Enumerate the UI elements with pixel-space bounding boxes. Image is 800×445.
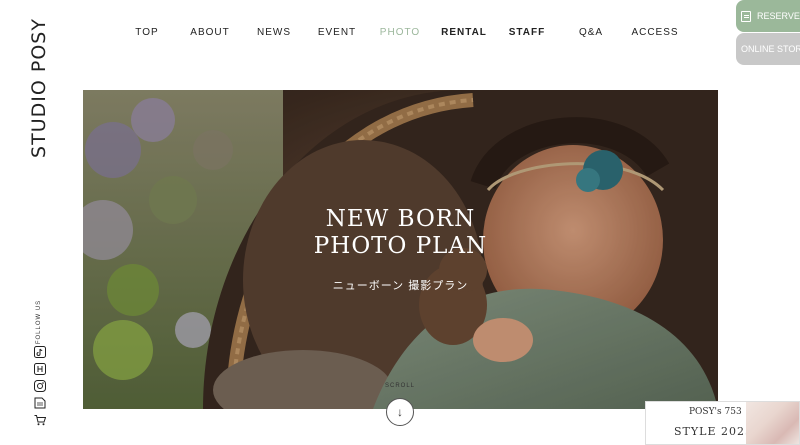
online-store-label: ONLINE STORE	[741, 44, 800, 54]
cart-icon[interactable]	[34, 414, 46, 426]
hero-banner: NEW BORN PHOTO PLAN ニューボーン 撮影プラン	[83, 90, 718, 409]
hero-title-line2: PHOTO PLAN	[313, 233, 488, 259]
calendar-icon	[741, 10, 751, 22]
nav-item-about[interactable]: ABOUT	[190, 27, 229, 38]
reserve-label: RESERVE	[757, 11, 800, 21]
follow-us-label: FOLLOW US	[33, 300, 45, 344]
scroll-label: SCROLL	[384, 383, 416, 389]
nav-item-news[interactable]: NEWS	[257, 27, 291, 38]
promo-line1: POSY's 753	[689, 407, 742, 417]
tiktok-icon[interactable]	[34, 346, 46, 358]
nav-item-access[interactable]: ACCESS	[631, 27, 678, 38]
nav-item-photo[interactable]: PHOTO	[380, 27, 420, 38]
instagram-icon[interactable]	[34, 380, 46, 392]
nav-item-qa[interactable]: Q&A	[579, 27, 603, 38]
brand-name: STUDIO POSY	[28, 18, 51, 158]
scroll-down-button[interactable]: ↓	[386, 398, 414, 426]
nav-item-staff[interactable]: STAFF	[509, 27, 545, 38]
nav-item-top[interactable]: TOP	[135, 27, 158, 38]
online-store-button[interactable]: ONLINE STORE	[736, 33, 800, 65]
arrow-down-icon: ↓	[397, 405, 403, 419]
hero-subtitle: ニューボーン 撮影プラン	[332, 280, 469, 292]
promo-line2: STYLE 2025	[674, 425, 753, 438]
nav-item-rental[interactable]: RENTAL	[441, 27, 487, 38]
follow-us-text: FOLLOW US	[36, 299, 42, 345]
reserve-button[interactable]: RESERVE	[736, 0, 800, 32]
brand-logo[interactable]: STUDIO POSY	[22, 18, 56, 158]
youtube-icon[interactable]	[34, 363, 46, 375]
nav-item-event[interactable]: EVENT	[318, 27, 356, 38]
promo-banner[interactable]: POSY's 753 STYLE 2025	[645, 401, 800, 445]
hero-title-line1: NEW BORN	[325, 206, 476, 232]
promo-image	[746, 402, 799, 444]
blog-icon[interactable]	[34, 397, 46, 409]
hero-title: NEW BORN PHOTO PLAN	[83, 206, 718, 260]
